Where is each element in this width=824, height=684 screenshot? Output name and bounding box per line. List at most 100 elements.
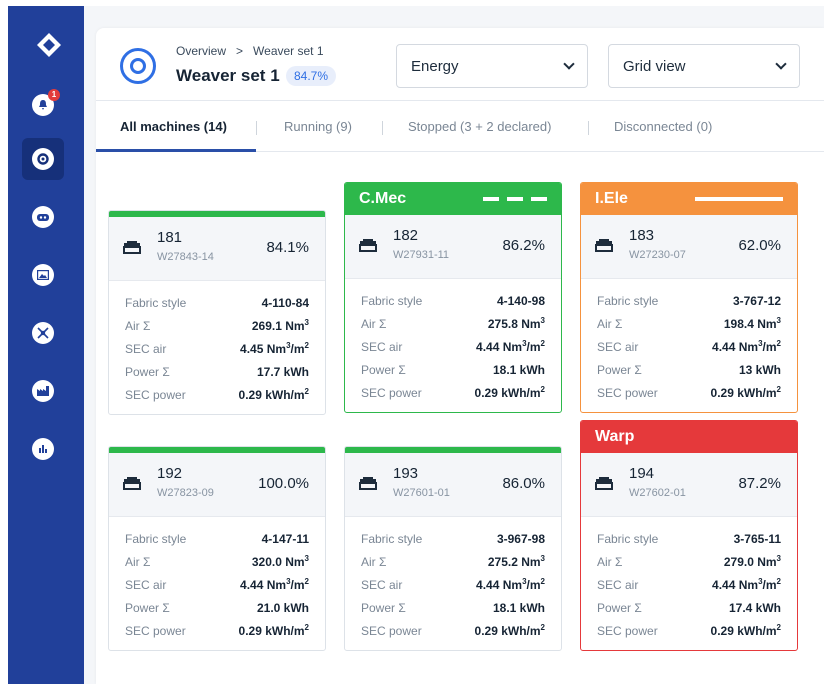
metric-value: 275.2 Nm3 [487, 554, 545, 569]
machine-efficiency: 86.2% [502, 237, 545, 254]
metric-label: Air Σ [361, 316, 387, 331]
tab-disconnected[interactable]: Disconnected (0) [614, 101, 712, 153]
metric-label: Fabric style [597, 531, 659, 546]
machine-number: 194 [629, 465, 655, 482]
metric-row-fabric: Fabric style 4-110-84 [125, 291, 309, 314]
active-tab-indicator [96, 149, 256, 152]
machine-summary: 193 W27601-01 86.0% [345, 453, 561, 517]
tab-all-machines[interactable]: All machines (14) [120, 101, 227, 153]
metric-label: Air Σ [125, 554, 151, 569]
tab-running[interactable]: Running (9) [284, 101, 352, 153]
metric-value: 4-110-84 [261, 295, 309, 310]
breadcrumb: Overview > Weaver set 1 [176, 44, 324, 58]
metric-value: 0.29 kWh/m2 [710, 385, 781, 400]
metric-row-air: Air Σ 275.2 Nm3 [361, 550, 545, 573]
machine-summary: 181 W27843-14 84.1% [109, 217, 325, 281]
metric-label: SEC power [597, 623, 658, 638]
tab-divider [588, 121, 589, 135]
metric-value: 4.44 Nm3/m2 [240, 577, 309, 592]
chevron-down-icon [563, 58, 575, 70]
machine-summary: 182 W27931-11 86.2% [345, 215, 561, 279]
machine-card[interactable]: Warp 194 W27602-01 87.2% Fabric style 3-… [580, 420, 798, 651]
metric-row-sec-power: SEC power 0.29 kWh/m2 [597, 619, 781, 642]
loom-icon [595, 477, 613, 490]
metric-row-power: Power Σ 17.4 kWh [597, 596, 781, 619]
machine-number: 181 [157, 229, 183, 246]
loom-icon [123, 477, 141, 490]
metric-row-sec-power: SEC power 0.29 kWh/m2 [597, 381, 781, 404]
machine-number: 183 [629, 227, 655, 244]
metric-row-sec-air: SEC air 4.44 Nm3/m2 [597, 335, 781, 358]
machine-metrics: Fabric style 3-765-11 Air Σ 279.0 Nm3 SE… [581, 517, 797, 650]
metric-label: SEC air [597, 577, 639, 592]
metric-value: 198.4 Nm3 [723, 316, 781, 331]
breadcrumb-overview-link[interactable]: Overview [176, 44, 226, 58]
sidebar-item-images[interactable] [22, 254, 64, 296]
metric-value: 279.0 Nm3 [723, 554, 781, 569]
loom-icon [595, 239, 613, 252]
metric-label: Air Σ [361, 554, 387, 569]
loom-icon [359, 239, 377, 252]
sidebar-item-analytics[interactable] [22, 428, 64, 470]
weaver-set-icon [120, 48, 156, 84]
metric-label: SEC power [125, 623, 186, 638]
sidebar-item-network[interactable] [22, 312, 64, 354]
metric-row-sec-air: SEC air 4.44 Nm3/m2 [597, 573, 781, 596]
metric-value: 0.29 kWh/m2 [710, 623, 781, 638]
machine-card[interactable]: 193 W27601-01 86.0% Fabric style 3-967-9… [344, 446, 562, 651]
machine-card[interactable]: C.Mec 182 W27931-11 86.2% Fabric style 4… [344, 182, 562, 413]
chevron-down-icon [775, 58, 787, 70]
metric-select[interactable]: Energy [396, 44, 588, 88]
metric-row-air: Air Σ 198.4 Nm3 [597, 312, 781, 335]
sidebar-item-notifications[interactable]: 1 [22, 84, 64, 126]
metric-label: Fabric style [125, 295, 187, 310]
status-label: C.Mec [359, 190, 407, 207]
metric-label: SEC power [361, 623, 422, 638]
sidebar-item-settings[interactable] [22, 138, 64, 180]
machine-metrics: Fabric style 4-140-98 Air Σ 275.8 Nm3 SE… [345, 279, 561, 412]
machine-card[interactable]: 192 W27823-09 100.0% Fabric style 4-147-… [108, 446, 326, 651]
view-select[interactable]: Grid view [608, 44, 800, 88]
metric-value: 269.1 Nm3 [251, 318, 309, 333]
metric-value: 13 kWh [738, 362, 781, 377]
status-header: C.Mec [345, 183, 561, 215]
page-title: Weaver set 1 [176, 66, 280, 85]
bell-icon: 1 [32, 89, 60, 116]
machine-card[interactable]: 181 W27843-14 84.1% Fabric style 4-110-8… [108, 210, 326, 415]
breadcrumb-current: Weaver set 1 [253, 44, 324, 58]
metric-label: Air Σ [597, 554, 623, 569]
metric-label: Fabric style [361, 293, 423, 308]
sidebar-item-robot[interactable] [22, 196, 64, 238]
status-header: Warp [581, 421, 797, 453]
metric-value: 18.1 kWh [492, 362, 545, 377]
metric-row-air: Air Σ 269.1 Nm3 [125, 314, 309, 337]
metric-value: 4.44 Nm3/m2 [476, 577, 545, 592]
metric-label: Power Σ [361, 600, 406, 615]
sidebar-item-factory[interactable] [22, 370, 64, 412]
machine-efficiency: 100.0% [258, 475, 309, 492]
main-area: Overview > Weaver set 1 Weaver set 1 84.… [84, 6, 824, 684]
machine-efficiency: 87.2% [738, 475, 781, 492]
status-indicator [483, 197, 547, 201]
tab-stopped[interactable]: Stopped (3 + 2 declared) [408, 101, 551, 153]
metric-value: 4-140-98 [496, 293, 545, 308]
sidebar: 1 [8, 6, 84, 684]
metric-row-power: Power Σ 18.1 kWh [361, 596, 545, 619]
metric-value: 4.44 Nm3/m2 [712, 577, 781, 592]
efficiency-badge: 84.7% [286, 66, 337, 86]
metric-label: Power Σ [125, 600, 170, 615]
metric-row-power: Power Σ 13 kWh [597, 358, 781, 381]
metric-label: Power Σ [597, 362, 642, 377]
machine-metrics: Fabric style 4-147-11 Air Σ 320.0 Nm3 SE… [109, 517, 325, 650]
app-logo-icon[interactable] [36, 32, 62, 58]
content-panel: Overview > Weaver set 1 Weaver set 1 84.… [96, 28, 824, 684]
machine-metrics: Fabric style 3-967-98 Air Σ 275.2 Nm3 SE… [345, 517, 561, 650]
machine-code: W27823-09 [157, 487, 214, 499]
machine-metrics: Fabric style 4-110-84 Air Σ 269.1 Nm3 SE… [109, 281, 325, 414]
view-select-value: Grid view [623, 57, 686, 75]
metric-row-air: Air Σ 275.8 Nm3 [361, 312, 545, 335]
machine-summary: 183 W27230-07 62.0% [581, 215, 797, 279]
machine-card[interactable]: I.Ele 183 W27230-07 62.0% Fabric style 3… [580, 182, 798, 413]
metric-label: Air Σ [597, 316, 623, 331]
metric-label: Power Σ [125, 364, 170, 379]
